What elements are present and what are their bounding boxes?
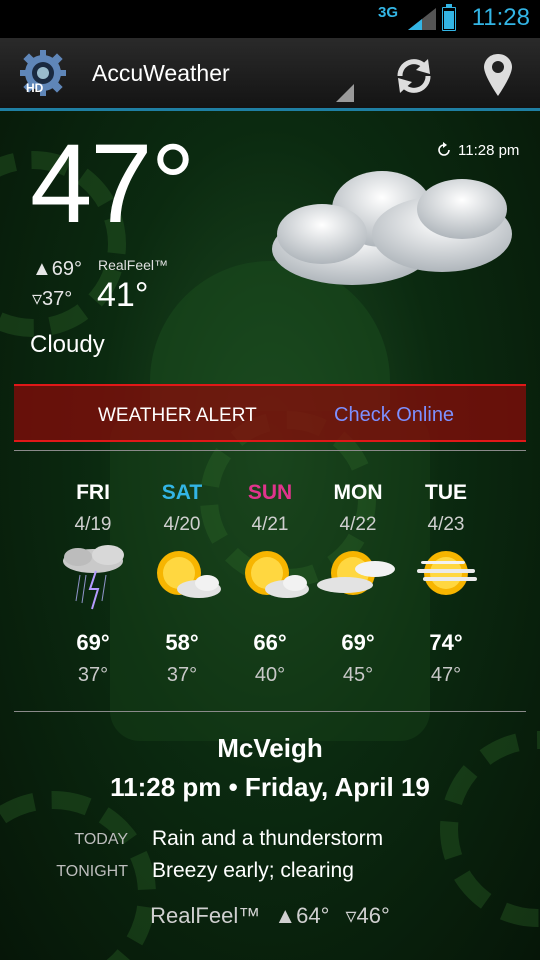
realfeel-summary-low: ▿46° bbox=[345, 903, 390, 928]
realfeel-summary-high: ▲64° bbox=[274, 903, 330, 928]
cloudy-icon bbox=[272, 171, 512, 285]
divider bbox=[14, 450, 526, 451]
location-datetime: 11:28 pm • Friday, April 19 bbox=[110, 772, 430, 802]
status-bar: 3G 11:28 bbox=[0, 0, 540, 38]
divider bbox=[14, 711, 526, 712]
current-temperature: 47° bbox=[30, 121, 195, 246]
action-bar: HD AccuWeather bbox=[0, 38, 540, 111]
refresh-icon[interactable] bbox=[392, 54, 436, 98]
forecast-day-name: SAT bbox=[161, 481, 203, 504]
partly-sunny-icon bbox=[317, 551, 395, 595]
hazy-sun-icon bbox=[417, 551, 477, 595]
forecast-low: 45° bbox=[342, 664, 374, 686]
forecast-date: 4/20 bbox=[163, 514, 201, 535]
check-online-link[interactable]: Check Online bbox=[334, 404, 454, 427]
update-time-icon bbox=[438, 142, 450, 156]
current-condition: Cloudy bbox=[30, 331, 105, 358]
forecast-high: 69° bbox=[76, 630, 110, 655]
svg-text:HD: HD bbox=[26, 81, 44, 95]
forecast-date: 4/21 bbox=[251, 514, 289, 535]
thunderstorm-icon bbox=[63, 545, 124, 610]
location-pin-icon[interactable] bbox=[478, 52, 518, 98]
app-title[interactable]: AccuWeather bbox=[92, 60, 230, 87]
tonight-forecast-text: Breezy early; clearing bbox=[152, 859, 354, 882]
forecast-high: 74° bbox=[429, 630, 463, 655]
forecast-high: 69° bbox=[341, 630, 375, 655]
forecast-day-name: FRI bbox=[76, 481, 110, 504]
app-logo-icon[interactable]: HD bbox=[18, 48, 68, 98]
forecast-date: 4/22 bbox=[339, 514, 377, 535]
today-label: TODAY bbox=[74, 831, 128, 848]
today-low: ▿37° bbox=[32, 288, 73, 310]
forecast-date: 4/19 bbox=[74, 514, 112, 535]
location-name[interactable]: McVeigh bbox=[0, 733, 540, 764]
partly-sunny-icon bbox=[245, 551, 309, 598]
forecast-date: 4/23 bbox=[427, 514, 465, 535]
network-type: 3G bbox=[378, 4, 399, 21]
dropdown-indicator-icon[interactable] bbox=[336, 84, 354, 102]
tonight-label: TONIGHT bbox=[56, 863, 128, 880]
weather-alert-title: WEATHER ALERT bbox=[98, 405, 257, 426]
partly-sunny-icon bbox=[157, 551, 221, 598]
signal-icon bbox=[408, 8, 436, 30]
realfeel-summary: RealFeel™ ▲64° ▿46° bbox=[0, 903, 540, 929]
forecast-low: 37° bbox=[166, 664, 198, 686]
forecast-day-name: SUN bbox=[247, 481, 293, 504]
realfeel-value: 41° bbox=[97, 276, 149, 314]
status-time: 11:28 bbox=[471, 4, 530, 31]
forecast-low: 40° bbox=[254, 664, 286, 686]
forecast-low: 47° bbox=[430, 664, 462, 686]
forecast-high: 66° bbox=[253, 630, 287, 655]
weather-alert-banner[interactable]: WEATHER ALERT Check Online bbox=[14, 384, 526, 442]
today-forecast-text: Rain and a thunderstorm bbox=[152, 827, 384, 850]
forecast-high: 58° bbox=[165, 630, 199, 655]
battery-icon bbox=[442, 4, 456, 31]
forecast-low: 37° bbox=[77, 664, 109, 686]
realfeel-label: RealFeel™ bbox=[98, 257, 169, 273]
updated-time[interactable]: 11:28 pm bbox=[458, 142, 519, 159]
forecast-day-name: TUE bbox=[425, 481, 467, 504]
today-high: ▲69° bbox=[32, 258, 83, 280]
forecast-day-name: MON bbox=[333, 481, 383, 504]
realfeel-summary-label: RealFeel™ bbox=[150, 903, 261, 928]
